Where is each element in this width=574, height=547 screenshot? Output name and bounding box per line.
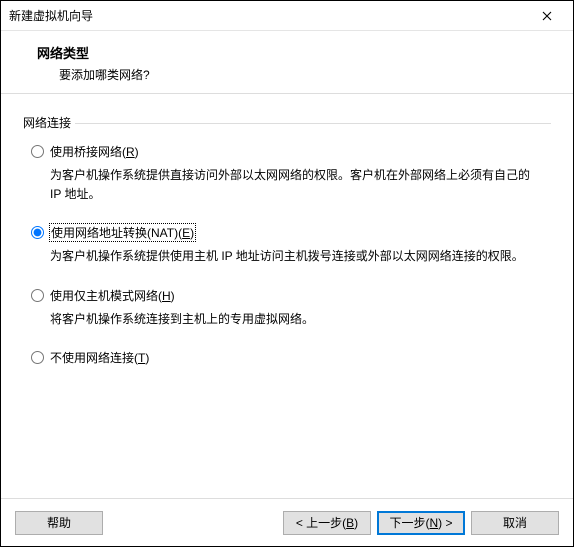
next-button[interactable]: 下一步(N) > [377,511,465,535]
window-title: 新建虚拟机向导 [9,7,93,24]
radio-nat[interactable] [31,226,44,239]
option-bridged-desc: 为客户机操作系统提供直接访问外部以太网网络的权限。客户机在外部网络上必须有自己的… [31,166,543,204]
option-bridged-label: 使用桥接网络(R) [50,143,139,160]
group-label: 网络连接 [23,114,71,131]
radio-bridged[interactable] [31,145,44,158]
option-hostonly: 使用仅主机模式网络(H) 将客户机操作系统连接到主机上的专用虚拟网络。 [31,287,543,329]
option-nat-label: 使用网络地址转换(NAT)(E) [50,224,195,241]
wizard-footer: 帮助 < 上一步(B) 下一步(N) > 取消 [1,498,573,546]
option-hostonly-row[interactable]: 使用仅主机模式网络(H) [31,287,543,304]
network-group: 网络连接 使用桥接网络(R) 为客户机操作系统提供直接访问外部以太网网络的权限。… [23,114,551,366]
option-nat-desc: 为客户机操作系统提供使用主机 IP 地址访问主机拨号连接或外部以太网网络连接的权… [31,247,543,266]
titlebar: 新建虚拟机向导 [1,1,573,31]
back-button[interactable]: < 上一步(B) [283,511,371,535]
help-button[interactable]: 帮助 [15,511,103,535]
option-nat-row[interactable]: 使用网络地址转换(NAT)(E) [31,224,543,241]
wizard-header: 网络类型 要添加哪类网络? [1,31,573,93]
page-title: 网络类型 [37,43,573,62]
cancel-button[interactable]: 取消 [471,511,559,535]
option-hostonly-desc: 将客户机操作系统连接到主机上的专用虚拟网络。 [31,310,543,329]
option-none-row[interactable]: 不使用网络连接(T) [31,349,543,366]
option-hostonly-label: 使用仅主机模式网络(H) [50,287,175,304]
close-icon [542,11,552,21]
radio-hostonly[interactable] [31,289,44,302]
close-button[interactable] [527,2,567,30]
content-area: 网络连接 使用桥接网络(R) 为客户机操作系统提供直接访问外部以太网网络的权限。… [1,94,573,366]
option-nat: 使用网络地址转换(NAT)(E) 为客户机操作系统提供使用主机 IP 地址访问主… [31,224,543,266]
option-bridged-row[interactable]: 使用桥接网络(R) [31,143,543,160]
page-subtitle: 要添加哪类网络? [37,66,573,83]
option-bridged: 使用桥接网络(R) 为客户机操作系统提供直接访问外部以太网网络的权限。客户机在外… [31,143,543,204]
option-none-label: 不使用网络连接(T) [50,349,149,366]
option-none: 不使用网络连接(T) [31,349,543,366]
group-line [75,123,551,124]
radio-none[interactable] [31,351,44,364]
